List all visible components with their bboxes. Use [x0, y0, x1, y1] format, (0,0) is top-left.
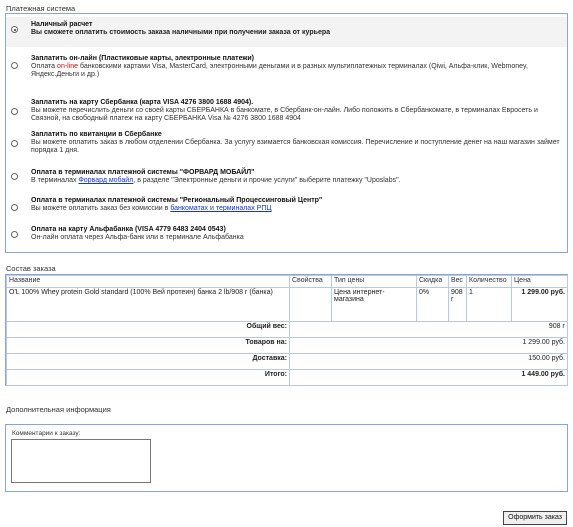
payment-option-title: Оплата на карту Альфабанка (VISA 4779 64… [31, 226, 226, 233]
order-table-panel: Название Свойства Тип цены Скидка Вес Ко… [5, 274, 568, 386]
summary-row: Товаров на: 1 299.00 руб. [6, 337, 568, 354]
payment-option-desc: Вы можете оплатить заказ без комиссии в … [31, 205, 272, 212]
radio-rpc[interactable] [11, 204, 18, 211]
item-qty: 1 [466, 287, 512, 322]
item-props [289, 287, 332, 322]
payment-option-rpc[interactable]: Оплата в терминалах платежной системы "Р… [6, 196, 567, 218]
payment-option-title: Оплата в терминалах платежной системы "Р… [31, 197, 323, 204]
radio-sber-card[interactable] [11, 108, 18, 115]
col-header-weight: Вес [448, 275, 467, 288]
item-price: 1 299.00 руб. [511, 287, 568, 322]
payment-option-alfa[interactable]: Оплата на карту Альфабанка (VISA 4779 64… [6, 224, 567, 246]
payment-option-title: Заплатить по квитанции в Сбербанке [31, 131, 162, 138]
payment-option-desc: Вы можете оплатить заказ в любом отделен… [31, 139, 560, 154]
radio-forward[interactable] [11, 173, 18, 180]
item-discount: 0% [416, 287, 449, 322]
payment-option-title: Оплата в терминалах платежной системы "Ф… [31, 169, 255, 176]
col-header-discount: Скидка [416, 275, 449, 288]
summary-label: Доставка: [6, 353, 290, 370]
summary-label: Общий вес: [6, 321, 290, 338]
payment-option-sber-receipt[interactable]: Заплатить по квитанции в Сбербанке Вы мо… [6, 128, 567, 160]
col-header-price: Цена [511, 275, 568, 288]
payment-option-cash[interactable]: Наличный расчет Вы сможете оплатить стои… [6, 17, 567, 47]
col-header-price-type: Тип цены [331, 275, 417, 288]
rpc-terminals-link[interactable]: банкоматах и терминалах РПЦ [170, 205, 271, 212]
radio-cash[interactable] [11, 26, 18, 33]
order-table: Название Свойства Тип цены Скидка Вес Ко… [6, 275, 568, 386]
extra-info-panel: Комментарии к заказу: [5, 424, 568, 492]
payment-option-title: Заплатить он-лайн (Пластиковые карты, эл… [31, 55, 255, 62]
payment-option-title: Заплатить на карту Сбербанка (карта VISA… [31, 99, 254, 106]
payment-section-title: Платежная система [6, 4, 76, 13]
summary-row: Доставка: 150.00 руб. [6, 353, 568, 370]
payment-option-desc: Он-лайн оплата через Альфа-банк или в те… [31, 234, 244, 241]
radio-online[interactable] [11, 62, 18, 69]
table-header-row: Название Свойства Тип цены Скидка Вес Ко… [6, 275, 568, 288]
item-name: O'L 100% Whey protein Gold standard (100… [6, 287, 290, 322]
extra-section-title: Дополнительная информация [6, 405, 111, 414]
col-header-qty: Количество [466, 275, 512, 288]
table-row: O'L 100% Whey protein Gold standard (100… [6, 287, 568, 322]
payment-option-desc: В терминалах Форвард мобайл, в разделе "… [31, 177, 401, 184]
order-section-title: Состав заказа [6, 264, 56, 273]
summary-value: 1 299.00 руб. [289, 337, 568, 354]
summary-value: 150.00 руб. [289, 353, 568, 370]
summary-label: Товаров на: [6, 337, 290, 354]
payment-option-desc: Оплата on-line банковскими картами Visa,… [31, 63, 528, 78]
comment-textarea[interactable] [11, 439, 151, 483]
payment-option-desc: Вы сможете оплатить стоимость заказа нал… [31, 29, 331, 36]
radio-sber-receipt[interactable] [11, 140, 18, 147]
summary-value: 908 г [289, 321, 568, 338]
payment-option-desc: Вы можете перечислить деньги со своей ка… [31, 107, 538, 122]
payment-option-forward[interactable]: Оплата в терминалах платежной системы "Ф… [6, 168, 567, 190]
forward-mobile-link[interactable]: Форвард мобайл [78, 177, 133, 184]
comment-label: Комментарии к заказу: [12, 430, 81, 437]
summary-row: Итого: 1 449.00 руб. [6, 369, 568, 386]
radio-alfa[interactable] [11, 231, 18, 238]
item-price-type: Цена интернет-магазина [331, 287, 417, 322]
item-weight: 908 г [448, 287, 467, 322]
summary-total-value: 1 449.00 руб. [289, 369, 568, 386]
payment-options-panel: Наличный расчет Вы сможете оплатить стои… [5, 13, 568, 253]
payment-option-sber-card[interactable]: Заплатить на карту Сбербанка (карта VISA… [6, 96, 567, 128]
col-header-name: Название [6, 275, 290, 288]
submit-order-button[interactable]: Оформить заказ [503, 511, 567, 525]
col-header-props: Свойства [289, 275, 332, 288]
payment-option-title: Наличный расчет [31, 21, 93, 28]
payment-option-online[interactable]: Заплатить он-лайн (Пластиковые карты, эл… [6, 52, 567, 84]
summary-label: Итого: [6, 369, 290, 386]
summary-row: Общий вес: 908 г [6, 321, 568, 338]
